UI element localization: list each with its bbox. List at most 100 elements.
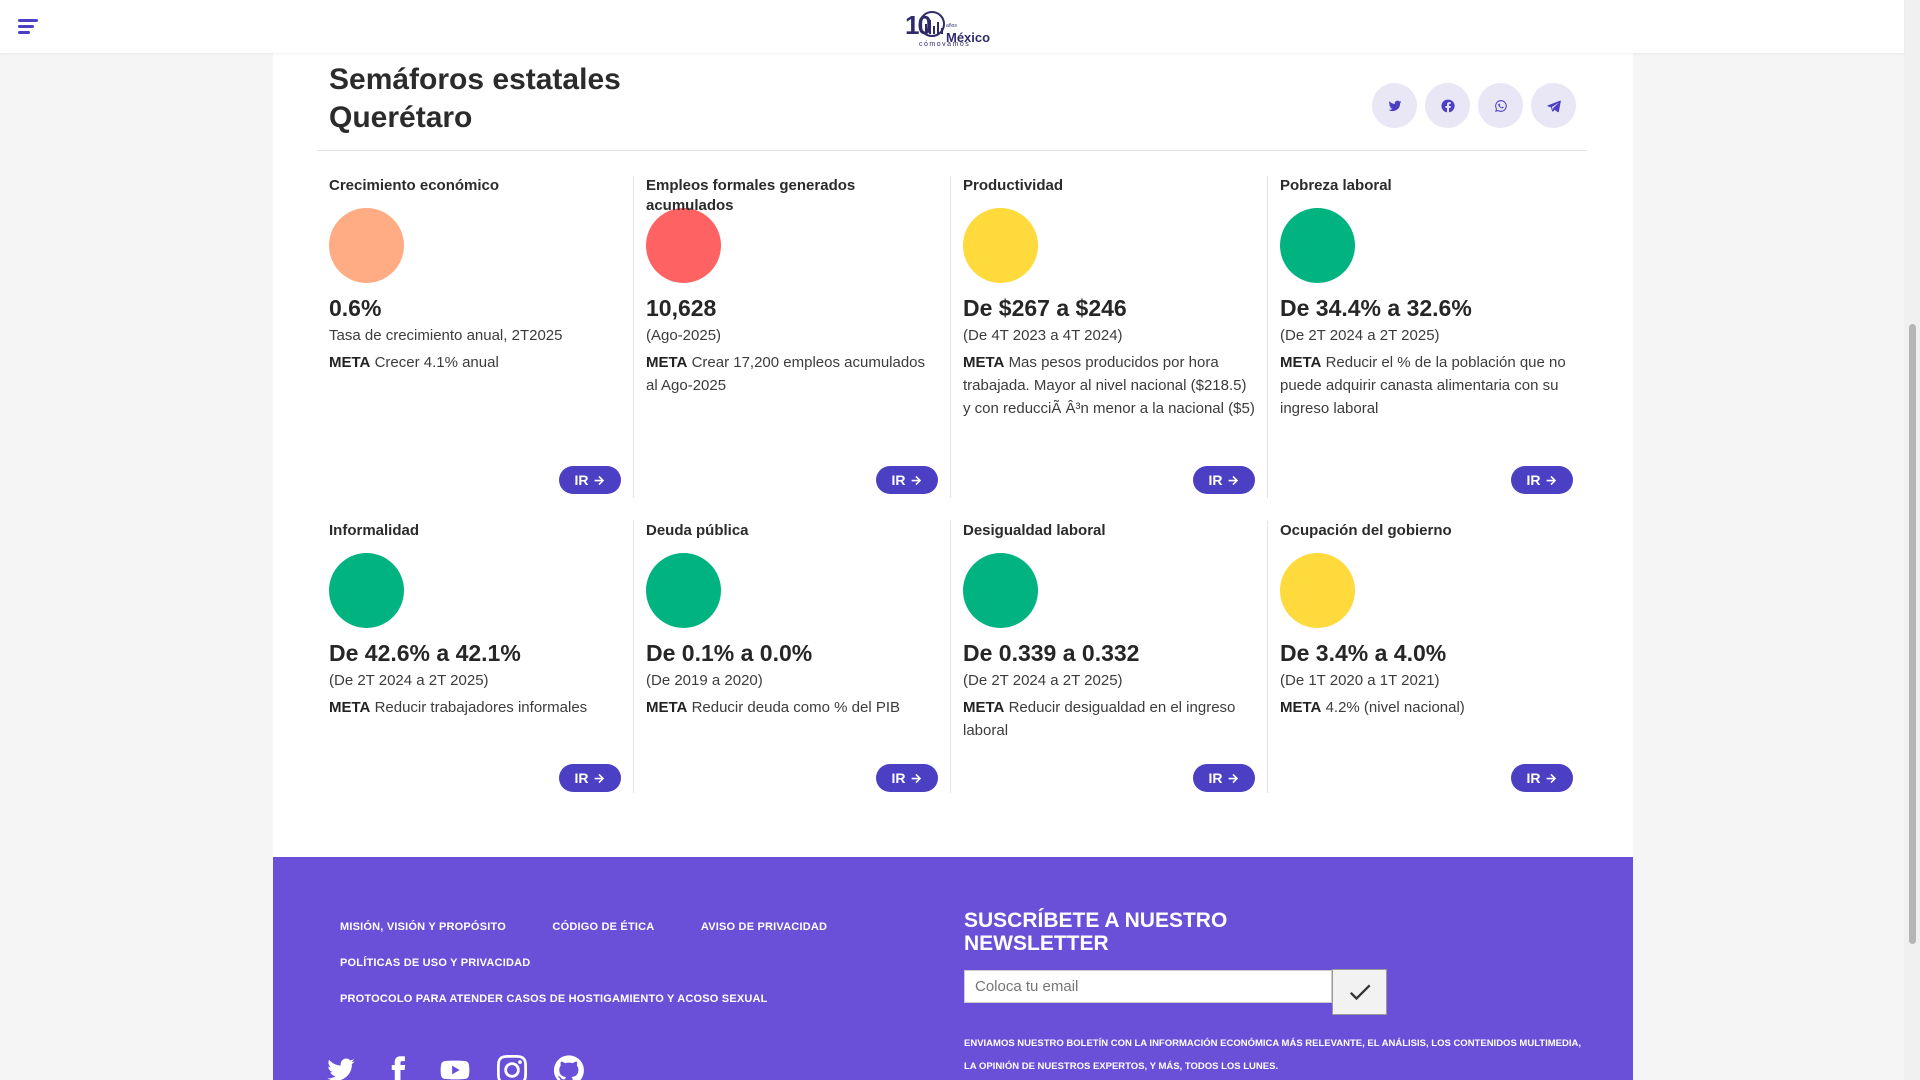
github-icon[interactable] bbox=[553, 1055, 585, 1080]
indicator-meta: META Reducir trabajadores informales bbox=[329, 699, 588, 716]
traffic-light-green bbox=[963, 553, 1038, 628]
ir-button[interactable]: IR bbox=[1193, 764, 1255, 792]
facebook-icon[interactable] bbox=[382, 1055, 414, 1080]
arrow-right-icon bbox=[1228, 773, 1238, 783]
page-title-line2: Querétaro bbox=[329, 101, 473, 134]
indicator-label: Pobreza laboral bbox=[1280, 177, 1392, 194]
indicator-value: De 0.1% a 0.0% bbox=[646, 640, 813, 666]
indicator-period: Tasa de crecimiento anual, 2T2025 bbox=[329, 327, 563, 344]
hamburger-menu-icon[interactable] bbox=[18, 19, 42, 35]
indicator-value: 10,628 bbox=[646, 295, 717, 321]
twitter-icon bbox=[1388, 100, 1401, 111]
indicator-label: Empleos formales generados acumulados bbox=[646, 177, 856, 214]
page-title-line1: Semáforos estatales bbox=[329, 63, 621, 96]
indicator-meta: META 4.2% (nivel nacional) bbox=[1280, 699, 1465, 716]
arrow-right-icon bbox=[1546, 475, 1556, 485]
footer-link-protocolo[interactable]: PROTOCOLO PARA ATENDER CASOS DE HOSTIGAM… bbox=[340, 993, 768, 1005]
indicator-value: De 0.339 a 0.332 bbox=[963, 640, 1140, 666]
arrow-right-icon bbox=[911, 773, 921, 783]
arrow-right-icon bbox=[594, 475, 604, 485]
ir-button[interactable]: IR bbox=[1193, 466, 1255, 494]
indicator-card-desigualdad: Desigualdad laboral De 0.339 a 0.332 (De… bbox=[951, 521, 1268, 793]
traffic-light-green bbox=[646, 553, 721, 628]
indicator-card-pobreza: Pobreza laboral De 34.4% a 32.6% (De 2T … bbox=[1268, 176, 1585, 498]
newsletter-submit-button[interactable] bbox=[1332, 969, 1387, 1015]
ir-button[interactable]: IR bbox=[876, 764, 938, 792]
traffic-light-green bbox=[1280, 208, 1355, 283]
share-twitter-button[interactable] bbox=[1372, 83, 1417, 128]
checkmark-icon bbox=[1349, 984, 1370, 1001]
indicator-card-ocupacion: Ocupación del gobierno De 3.4% a 4.0% (D… bbox=[1268, 521, 1585, 793]
indicator-meta: META Mas pesos producidos por hora traba… bbox=[963, 354, 1255, 417]
logo-anios: años bbox=[946, 23, 957, 29]
share-facebook-button[interactable] bbox=[1425, 83, 1470, 128]
main-panel: Semáforos estatales Querétaro Crecimient… bbox=[273, 53, 1633, 857]
indicator-value: De $267 a $246 bbox=[963, 295, 1127, 321]
indicator-label: Desigualdad laboral bbox=[963, 522, 1106, 539]
page-scrollbar[interactable] bbox=[1904, 0, 1920, 1080]
arrow-right-icon bbox=[594, 773, 604, 783]
traffic-light-green bbox=[329, 553, 404, 628]
mexico-como-vamos-logo[interactable]: 10 años México cómovamos bbox=[905, 10, 999, 52]
footer-link-mision[interactable]: MISIÓN, VISIÓN Y PROPÓSITO bbox=[340, 921, 506, 933]
ir-button[interactable]: IR bbox=[876, 466, 938, 494]
indicator-label: Informalidad bbox=[329, 522, 420, 539]
indicator-period: (De 4T 2023 a 4T 2024) bbox=[963, 327, 1123, 344]
indicator-card-informalidad: Informalidad De 42.6% a 42.1% (De 2T 202… bbox=[317, 521, 634, 793]
indicator-label: Productividad bbox=[963, 177, 1064, 194]
share-whatsapp-button[interactable] bbox=[1478, 83, 1523, 128]
twitter-icon[interactable] bbox=[325, 1055, 357, 1080]
indicator-period: (De 1T 2020 a 1T 2021) bbox=[1280, 672, 1440, 689]
indicator-card-deuda: Deuda pública De 0.1% a 0.0% (De 2019 a … bbox=[634, 521, 951, 793]
indicator-meta: META Reducir desigualdad en el ingreso l… bbox=[963, 699, 1236, 739]
indicator-value: 0.6% bbox=[329, 295, 382, 321]
indicator-meta: META Crecer 4.1% anual bbox=[329, 354, 499, 371]
arrow-right-icon bbox=[1546, 773, 1556, 783]
telegram-icon bbox=[1546, 100, 1561, 112]
ir-button[interactable]: IR bbox=[1511, 764, 1573, 792]
arrow-right-icon bbox=[1228, 475, 1238, 485]
youtube-icon[interactable] bbox=[439, 1055, 471, 1080]
traffic-light-red bbox=[646, 208, 721, 283]
indicator-label: Deuda pública bbox=[646, 522, 749, 539]
footer: MISIÓN, VISIÓN Y PROPÓSITO CÓDIGO DE ÉTI… bbox=[273, 857, 1633, 1080]
indicator-period: (De 2T 2024 a 2T 2025) bbox=[1280, 327, 1440, 344]
traffic-light-orange bbox=[329, 208, 404, 283]
share-buttons bbox=[1372, 83, 1576, 128]
ir-button[interactable]: IR bbox=[559, 764, 621, 792]
indicator-value: De 42.6% a 42.1% bbox=[329, 640, 521, 666]
title-divider bbox=[317, 150, 1587, 151]
logo-sub: cómovamos bbox=[919, 41, 971, 48]
indicator-period: (De 2019 a 2020) bbox=[646, 672, 763, 689]
footer-link-politicas[interactable]: POLÍTICAS DE USO Y PRIVACIDAD bbox=[340, 957, 530, 969]
indicator-period: (De 2T 2024 a 2T 2025) bbox=[329, 672, 489, 689]
footer-link-aviso-privacidad[interactable]: AVISO DE PRIVACIDAD bbox=[701, 921, 827, 933]
indicator-period: (Ago-2025) bbox=[646, 327, 722, 344]
indicator-label: Ocupación del gobierno bbox=[1280, 522, 1452, 539]
newsletter-description: ENVIAMOS NUESTRO BOLETÍN CON LA INFORMAC… bbox=[964, 1038, 1581, 1072]
indicator-value: De 34.4% a 32.6% bbox=[1280, 295, 1472, 321]
indicator-card-crecimiento: Crecimiento económico 0.6% Tasa de creci… bbox=[317, 176, 634, 498]
footer-links: MISIÓN, VISIÓN Y PROPÓSITO CÓDIGO DE ÉTI… bbox=[340, 917, 900, 1025]
indicator-value: De 3.4% a 4.0% bbox=[1280, 640, 1447, 666]
page-title: Semáforos estatales Querétaro bbox=[329, 61, 621, 137]
ir-button[interactable]: IR bbox=[559, 466, 621, 494]
indicator-meta: META Reducir deuda como % del PIB bbox=[646, 699, 901, 716]
indicator-meta: META Reducir el % de la población que no… bbox=[1280, 354, 1566, 417]
share-telegram-button[interactable] bbox=[1531, 83, 1576, 128]
whatsapp-icon bbox=[1494, 99, 1507, 112]
scrollbar-thumb[interactable] bbox=[1909, 324, 1916, 944]
traffic-light-yellow bbox=[1280, 553, 1355, 628]
footer-link-codigo-etica[interactable]: CÓDIGO DE ÉTICA bbox=[552, 921, 654, 933]
arrow-right-icon bbox=[911, 475, 921, 485]
facebook-icon bbox=[1440, 99, 1455, 112]
newsletter-form bbox=[964, 969, 1387, 1015]
ir-button[interactable]: IR bbox=[1511, 466, 1573, 494]
traffic-light-yellow bbox=[963, 208, 1038, 283]
newsletter-email-input[interactable] bbox=[964, 970, 1332, 1003]
indicator-card-productividad: Productividad De $267 a $246 (De 4T 2023… bbox=[951, 176, 1268, 498]
top-bar: 10 años México cómovamos bbox=[0, 0, 1904, 53]
instagram-icon[interactable] bbox=[496, 1055, 528, 1080]
newsletter-title: SUSCRÍBETE A NUESTRO NEWSLETTER bbox=[964, 909, 1228, 955]
indicator-card-empleos: Empleos formales generados acumulados 10… bbox=[634, 176, 951, 498]
